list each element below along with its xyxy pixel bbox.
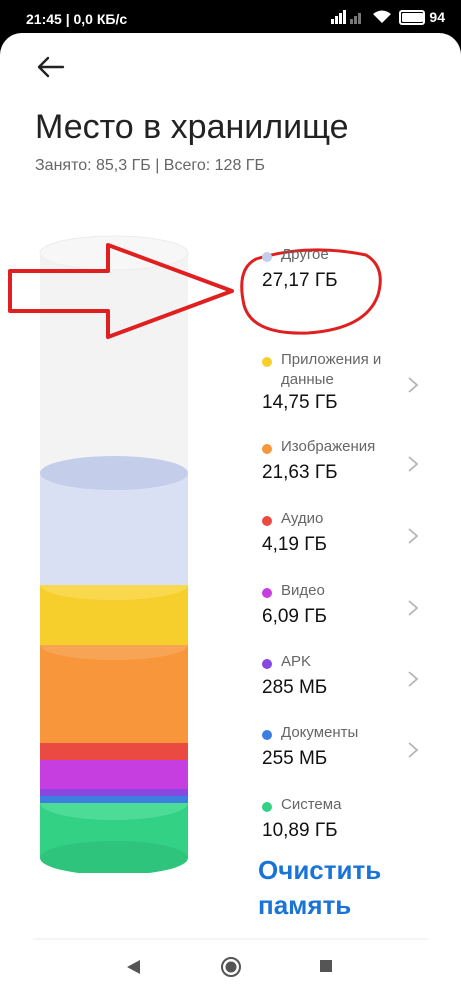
storage-screen: Место в хранилище Занято: 85,3 ГБ | Всег… <box>0 33 461 1000</box>
legend-item-size: 14,75 ГБ <box>262 392 338 413</box>
legend-color-dot <box>262 659 272 669</box>
legend-item-name: Аудио <box>281 510 324 527</box>
chevron-right-icon <box>408 528 419 544</box>
legend-item[interactable]: APK 285 МБ <box>250 652 430 718</box>
segment-other-top <box>40 456 188 490</box>
legend-item-size: 255 МБ <box>262 748 328 769</box>
chevron-right-icon <box>408 600 419 616</box>
legend-item-size: 10,89 ГБ <box>262 820 338 841</box>
legend-item: Другое 27,17 ГБ <box>250 245 430 311</box>
callout-arrow <box>8 243 234 339</box>
chevron-right-icon <box>408 671 419 687</box>
legend-item: Система 10,89 ГБ <box>250 795 430 861</box>
status-time: 21:45 | 0,0 КБ/с <box>26 11 128 27</box>
legend-item-name: Система <box>281 796 342 813</box>
legend-color-dot <box>262 516 272 526</box>
segment-apk <box>40 789 188 796</box>
status-icons: 94 <box>331 9 445 25</box>
legend-item[interactable]: Изображения 21,63 ГБ <box>250 437 430 503</box>
legend-item-name: Видео <box>281 582 325 599</box>
legend-item-size: 285 МБ <box>262 677 328 698</box>
arrow-left-icon[interactable] <box>36 55 66 79</box>
legend-item-name: Документы <box>281 724 359 741</box>
square-recents-icon[interactable] <box>318 958 334 974</box>
legend-item-name: Другое <box>281 246 329 263</box>
wifi-icon <box>373 10 392 23</box>
chevron-right-icon <box>408 456 419 472</box>
legend-color-dot <box>262 730 272 740</box>
circle-home-icon[interactable] <box>220 956 242 978</box>
navigation-bar <box>0 940 461 1000</box>
legend-item-size: 21,63 ГБ <box>262 462 338 483</box>
segment-documents <box>40 796 188 803</box>
legend-color-dot <box>262 252 272 262</box>
battery-indicator: 94 <box>399 9 445 25</box>
battery-percent: 94 <box>429 9 445 25</box>
chevron-right-icon <box>408 742 419 758</box>
legend-item-name: Приложения и данные <box>281 351 382 388</box>
clear-memory-button[interactable]: Очистить память <box>258 853 428 923</box>
legend-item-name: Изображения <box>281 438 376 455</box>
segment-video <box>40 760 188 789</box>
battery-icon <box>399 9 426 25</box>
signal-icon <box>331 10 362 24</box>
legend-item-size: 4,19 ГБ <box>262 534 328 555</box>
legend-item[interactable]: Аудио 4,19 ГБ <box>250 509 430 575</box>
legend-color-dot <box>262 802 272 812</box>
legend-item-size: 27,17 ГБ <box>262 270 338 291</box>
status-bar: 21:45 | 0,0 КБ/с 94 <box>0 0 461 36</box>
legend-item[interactable]: Документы 255 МБ <box>250 723 430 789</box>
legend-color-dot <box>262 444 272 454</box>
triangle-back-icon[interactable] <box>125 958 143 976</box>
legend-item[interactable]: Приложения и данные 14,75 ГБ <box>250 350 430 416</box>
page-title: Место в хранилище <box>35 108 349 146</box>
chevron-right-icon <box>408 377 419 393</box>
legend-color-dot <box>262 357 272 367</box>
legend-color-dot <box>262 588 272 598</box>
legend-item-name: APK <box>281 653 312 670</box>
legend-item-size: 6,09 ГБ <box>262 606 328 627</box>
storage-summary: Занято: 85,3 ГБ | Всего: 128 ГБ <box>35 157 265 174</box>
segment-audio <box>40 743 188 760</box>
legend-item[interactable]: Видео 6,09 ГБ <box>250 581 430 647</box>
